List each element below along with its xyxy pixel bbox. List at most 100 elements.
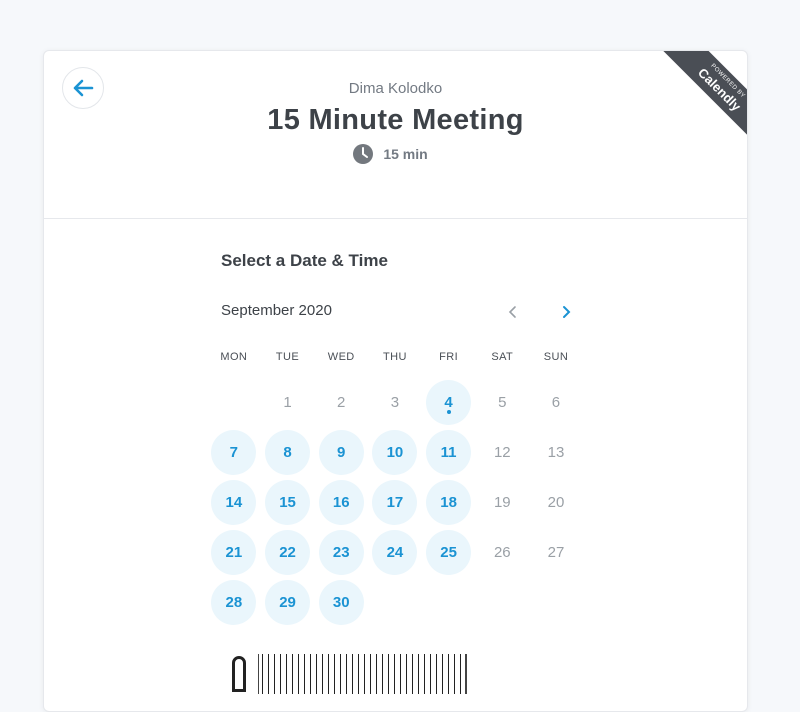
day-number: 23 <box>332 543 350 561</box>
calendar-day-9[interactable]: 9 <box>314 427 368 477</box>
day-button[interactable]: 8 <box>265 429 311 475</box>
day-number: 17 <box>386 493 404 511</box>
day-button[interactable]: 10 <box>372 429 418 475</box>
calendar-day-25[interactable]: 25 <box>422 527 476 577</box>
day-number: 25 <box>440 543 457 561</box>
calendar-day-3: 3 <box>368 377 422 427</box>
calendar-day-17[interactable]: 17 <box>368 477 422 527</box>
day-number: 2 <box>337 393 346 411</box>
weekday-fri: FRI <box>439 351 459 363</box>
day-number: 3 <box>390 393 400 411</box>
calendar-empty-cell <box>207 377 261 427</box>
calendar-day-19: 19 <box>475 477 529 527</box>
day-number: 8 <box>283 443 292 461</box>
chevron-left-icon <box>508 306 516 318</box>
day-button[interactable]: 9 <box>318 429 364 475</box>
timezone-selector[interactable] <box>232 654 467 694</box>
globe-icon <box>232 656 246 692</box>
day-number: 12 <box>493 443 511 461</box>
prev-month-button[interactable] <box>504 302 522 322</box>
event-header: Dima Kolodko 15 Minute Meeting 15 min PO… <box>44 51 747 219</box>
calendar-day-13: 13 <box>529 427 583 477</box>
next-month-button[interactable] <box>557 302 575 322</box>
day-number: 4 <box>444 393 453 411</box>
day-button[interactable]: 21 <box>211 529 257 575</box>
weekday-sun: SUN <box>543 351 569 363</box>
calendar-day-11[interactable]: 11 <box>422 427 476 477</box>
calendar-day-4[interactable]: 4 <box>422 377 476 427</box>
day-button[interactable]: 17 <box>372 479 418 525</box>
day-number: 14 <box>225 493 243 511</box>
calendar-day-1: 1 <box>261 377 315 427</box>
day-button[interactable]: 15 <box>265 479 311 525</box>
calendar-grid: 1 2 3 4 5 6 7 8 9 10 11 12 13 14 15 16 17 18 19 20 21 22 23 24 2… <box>207 377 583 627</box>
month-label: September 2020 <box>221 302 332 319</box>
day-button[interactable]: 24 <box>372 529 418 575</box>
day-button[interactable]: 14 <box>211 479 257 525</box>
chevron-right-icon <box>563 306 571 318</box>
day-number: 15 <box>279 493 296 511</box>
day-button[interactable]: 4 <box>426 379 472 425</box>
calendar-day-10[interactable]: 10 <box>368 427 422 477</box>
ribbon-band: POWERED BY Calendly <box>657 51 747 152</box>
day-button[interactable]: 7 <box>211 429 257 475</box>
calendar-day-16[interactable]: 16 <box>314 477 368 527</box>
calendar-day-28[interactable]: 28 <box>207 577 261 627</box>
day-number: 20 <box>547 493 565 511</box>
today-indicator <box>446 409 451 414</box>
day-number: 11 <box>440 443 457 461</box>
weekday-thu: THU <box>383 351 407 363</box>
day-button[interactable]: 25 <box>426 529 472 575</box>
day-number: 1 <box>283 393 292 411</box>
day-number: 13 <box>547 443 565 461</box>
day-button[interactable]: 11 <box>426 429 472 475</box>
calendar-day-6: 6 <box>529 377 583 427</box>
booking-card: Dima Kolodko 15 Minute Meeting 15 min PO… <box>43 50 748 712</box>
day-button[interactable]: 16 <box>318 479 364 525</box>
day-number: 22 <box>279 543 296 561</box>
calendar-day-21[interactable]: 21 <box>207 527 261 577</box>
timezone-label <box>258 654 467 694</box>
calendar-day-7[interactable]: 7 <box>207 427 261 477</box>
clock-icon <box>353 144 374 164</box>
day-number: 19 <box>493 493 511 511</box>
calendar-day-8[interactable]: 8 <box>261 427 315 477</box>
day-number: 9 <box>337 443 346 461</box>
powered-by-ribbon[interactable]: POWERED BY Calendly <box>637 51 747 161</box>
day-number: 27 <box>547 543 565 561</box>
section-title: Select a Date & Time <box>221 251 388 270</box>
calendar-day-22[interactable]: 22 <box>261 527 315 577</box>
calendar-day-29[interactable]: 29 <box>261 577 315 627</box>
day-number: 7 <box>229 443 239 461</box>
calendar-day-26: 26 <box>475 527 529 577</box>
day-button[interactable]: 22 <box>265 529 311 575</box>
weekday-mon: MON <box>220 351 248 363</box>
calendar-day-18[interactable]: 18 <box>422 477 476 527</box>
calendar-day-14[interactable]: 14 <box>207 477 261 527</box>
day-number: 28 <box>225 593 243 611</box>
day-button[interactable]: 18 <box>426 479 472 525</box>
day-number: 30 <box>332 593 350 611</box>
ribbon-brand: Calendly <box>695 65 744 114</box>
calendar-day-27: 27 <box>529 527 583 577</box>
day-number: 6 <box>551 393 561 411</box>
calendar-day-30[interactable]: 30 <box>314 577 368 627</box>
day-number: 10 <box>386 443 404 461</box>
weekday-header: MON TUE WED THU FRI SAT SUN <box>207 351 583 363</box>
calendar-day-15[interactable]: 15 <box>261 477 315 527</box>
day-number: 5 <box>498 393 507 411</box>
day-button[interactable]: 23 <box>318 529 364 575</box>
weekday-tue: TUE <box>275 351 300 363</box>
calendar-day-24[interactable]: 24 <box>368 527 422 577</box>
day-number: 26 <box>493 543 511 561</box>
day-number: 21 <box>225 543 243 561</box>
day-button[interactable]: 28 <box>211 579 257 625</box>
day-number: 24 <box>386 543 404 561</box>
day-button[interactable]: 30 <box>318 579 364 625</box>
day-number: 18 <box>440 493 457 511</box>
day-button[interactable]: 29 <box>265 579 311 625</box>
calendar-day-12: 12 <box>475 427 529 477</box>
calendar-day-23[interactable]: 23 <box>314 527 368 577</box>
calendar-day-5: 5 <box>475 377 529 427</box>
day-number: 29 <box>279 593 296 611</box>
